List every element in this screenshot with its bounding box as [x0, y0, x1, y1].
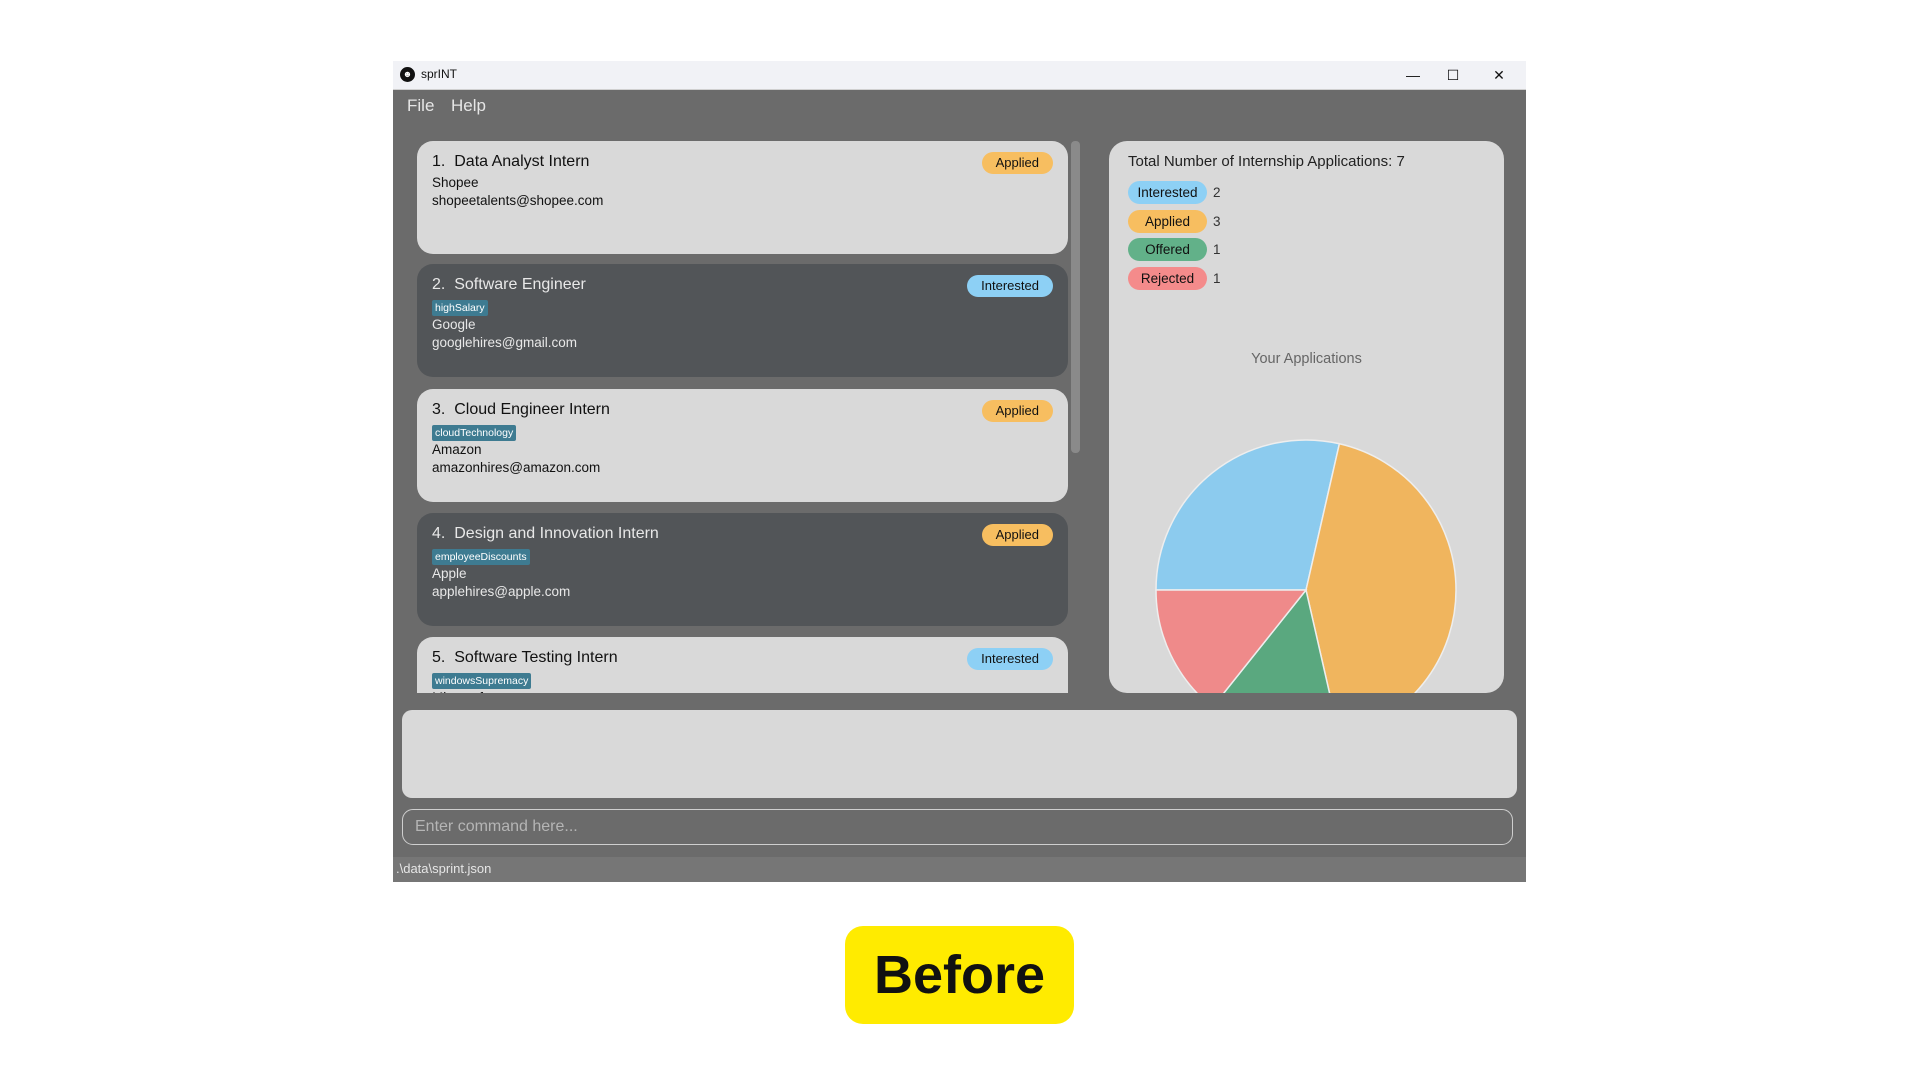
- application-card[interactable]: 1. Data Analyst Intern Shopee shopeetalent…: [417, 141, 1068, 254]
- minimize-button[interactable]: —: [1393, 63, 1433, 87]
- menu-file[interactable]: File: [407, 96, 434, 116]
- company-name: Microsoft: [432, 690, 487, 693]
- list-scrollbar[interactable]: [1071, 141, 1080, 453]
- status-badge: Applied: [981, 152, 1053, 174]
- pie-chart: [1155, 439, 1457, 693]
- application-card[interactable]: 4. Design and Innovation Intern employeeD…: [417, 513, 1068, 626]
- command-input[interactable]: [402, 809, 1513, 845]
- status-badge: Interested: [967, 275, 1053, 297]
- app-window: ☻ sprINT — ☐ ✕ File Help 1. Data Analyst…: [393, 61, 1526, 882]
- menu-help[interactable]: Help: [451, 96, 486, 116]
- status-bar: .\data\sprint.json: [393, 857, 1526, 882]
- result-display: [402, 710, 1517, 798]
- company-email: googlehires@gmail.com: [432, 335, 578, 350]
- menu-bar: File Help: [393, 90, 1526, 120]
- application-title: 1. Data Analyst Intern: [432, 153, 590, 170]
- application-list[interactable]: 1. Data Analyst Intern Shopee shopeetalent…: [417, 141, 1068, 693]
- company-email: amazonhires@amazon.com: [432, 460, 601, 475]
- tag-label: highSalary: [432, 300, 488, 316]
- company-name: Amazon: [432, 442, 482, 457]
- application-card[interactable]: 2. Software Engineer highSalary Google goog…: [417, 264, 1068, 377]
- tag-label: cloudTechnology: [432, 425, 517, 441]
- window-title: sprINT: [421, 67, 457, 81]
- title-bar: ☻ sprINT — ☐ ✕: [393, 61, 1526, 90]
- status-badge: Applied: [981, 524, 1053, 546]
- maximize-button[interactable]: ☐: [1433, 63, 1473, 87]
- application-title: 3. Cloud Engineer Intern: [432, 401, 610, 418]
- tag-label: windowsSupremacy: [432, 673, 532, 689]
- app-logo-icon: ☻: [400, 67, 415, 82]
- status-badge: Interested: [967, 648, 1053, 670]
- close-button[interactable]: ✕: [1479, 63, 1519, 87]
- company-name: Apple: [432, 566, 467, 581]
- data-file-path: .\data\sprint.json: [396, 861, 492, 876]
- caption-badge: Before: [845, 926, 1074, 1024]
- status-badge: Applied: [981, 400, 1053, 422]
- application-title: 2. Software Engineer: [432, 276, 586, 293]
- application-title: 5. Software Testing Intern: [432, 649, 618, 666]
- tag-label: employeeDiscounts: [432, 549, 530, 565]
- company-email: shopeetalents@shopee.com: [432, 193, 604, 208]
- company-name: Shopee: [432, 175, 479, 190]
- statistics-panel: Total Number of Internship Applications:…: [1109, 141, 1504, 693]
- company-email: applehires@apple.com: [432, 584, 571, 599]
- application-title: 4. Design and Innovation Intern: [432, 525, 659, 542]
- company-name: Google: [432, 317, 476, 332]
- application-card[interactable]: 5. Software Testing Intern windowsSuprema…: [417, 637, 1068, 693]
- application-card[interactable]: 3. Cloud Engineer Intern cloudTechnology A…: [417, 389, 1068, 502]
